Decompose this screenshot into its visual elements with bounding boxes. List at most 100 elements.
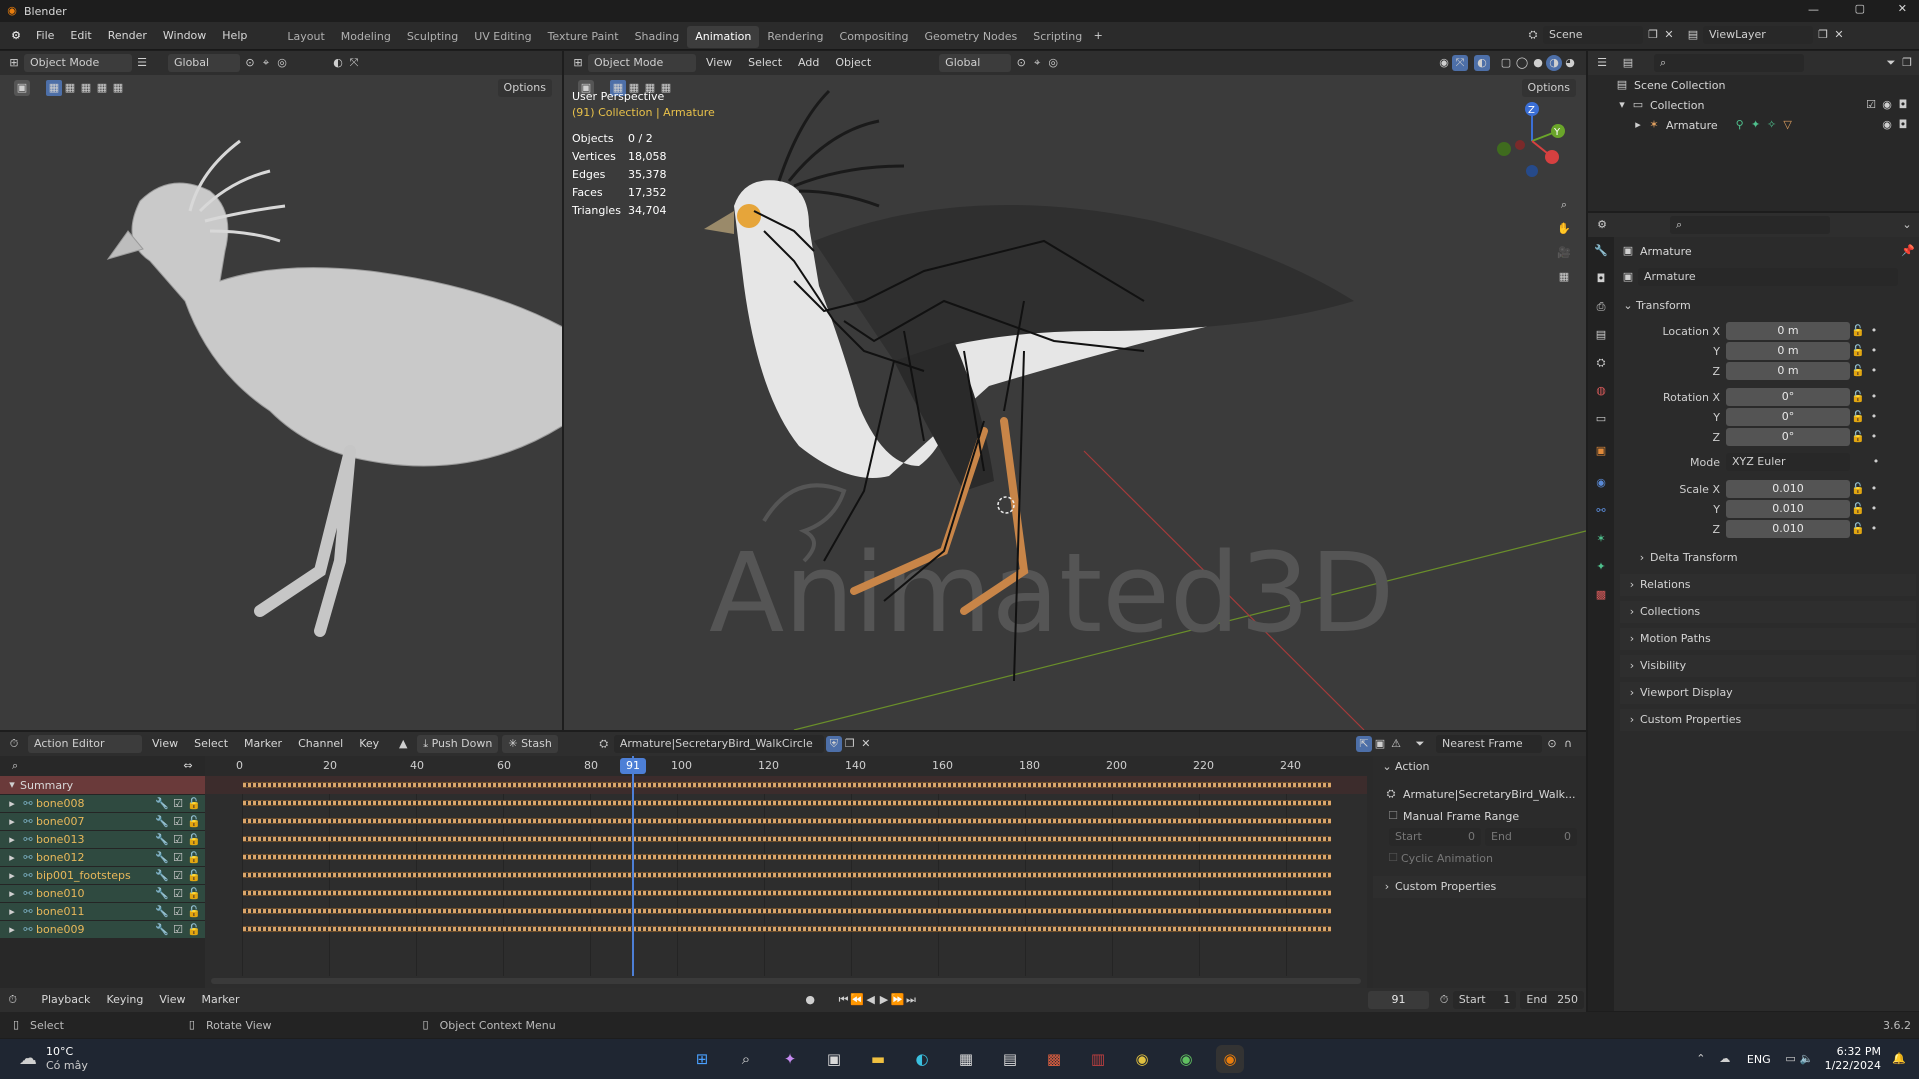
outliner-search-input[interactable]: ⌕ <box>1654 54 1804 72</box>
chevron-right-icon[interactable]: ▸ <box>4 868 20 884</box>
pin-icon[interactable]: 📌 <box>1900 243 1916 259</box>
chrome-icon[interactable]: ◉ <box>1128 1045 1156 1073</box>
file-explorer-icon[interactable]: ▬ <box>864 1045 892 1073</box>
pivot-icon[interactable]: ⊙ <box>242 55 258 71</box>
section-custom-properties[interactable]: › Custom Properties <box>1620 709 1916 731</box>
push-down-button[interactable]: ⤓ Push Down <box>417 735 499 753</box>
scene-tab-icon[interactable]: ⛭ <box>1593 355 1609 371</box>
texture-tab-icon[interactable]: ▩ <box>1593 587 1609 603</box>
falloff-icon[interactable]: ∩ <box>1560 736 1576 752</box>
view-layer-selector[interactable]: ViewLayer <box>1703 26 1813 44</box>
duplicate-action-icon[interactable]: ❐ <box>842 736 858 752</box>
checkbox-icon[interactable]: ☑ <box>170 832 186 848</box>
chevron-right-icon[interactable]: ▸ <box>4 796 20 812</box>
timeline-menu-playback[interactable]: Playback <box>33 988 98 1012</box>
editor-type-icon[interactable]: ⊞ <box>6 55 22 71</box>
copilot-icon[interactable]: ✦ <box>776 1045 804 1073</box>
new-collection-icon[interactable]: ❐ <box>1899 55 1915 71</box>
outliner-row-armature[interactable]: ▸ ✶ Armature ⚲ ✦ ✧ ▽ ◉ ◘ <box>1588 115 1919 135</box>
keyframe-strip[interactable] <box>242 890 1331 896</box>
rotation-x-field[interactable]: 0° <box>1726 388 1850 406</box>
tab-animation[interactable]: Animation <box>687 26 760 48</box>
tab-compositing[interactable]: Compositing <box>832 26 917 48</box>
checkbox-icon[interactable]: ☑ <box>170 796 186 812</box>
tab-layout[interactable]: Layout <box>279 26 332 48</box>
keyframe-strip[interactable] <box>242 908 1331 914</box>
wrench-icon[interactable]: 🔧 <box>154 904 170 920</box>
keyframe-strip[interactable] <box>242 854 1331 860</box>
channel-row-bone007[interactable]: ▸ ⚯ bone007 🔧 ☑ 🔓 <box>0 812 205 830</box>
checkbox-icon[interactable]: ☑ <box>170 922 186 938</box>
add-workspace-icon[interactable]: + <box>1090 28 1106 44</box>
navigation-gizmo[interactable]: Z Y <box>1496 99 1568 179</box>
wrench-icon[interactable]: 🔧 <box>154 850 170 866</box>
action-browse-icon[interactable]: ⛭ <box>596 736 612 752</box>
keyframe-strip[interactable] <box>242 872 1331 878</box>
keyframe-dot-icon[interactable]: • <box>1866 481 1882 497</box>
editor-type-icon[interactable]: ⏱ <box>6 992 19 1008</box>
output-tab-icon[interactable]: ⎙ <box>1593 299 1609 315</box>
scale-y-field[interactable]: 0.010 <box>1726 500 1850 518</box>
section-relations[interactable]: › Relations <box>1620 574 1916 596</box>
tray-chevron-icon[interactable]: ⌃ <box>1693 1051 1709 1067</box>
tab-shading[interactable]: Shading <box>627 26 688 48</box>
lock-icon[interactable]: 🔓 <box>186 832 202 848</box>
object-browse-icon[interactable]: ▣ <box>1620 269 1636 285</box>
section-collections[interactable]: › Collections <box>1620 601 1916 623</box>
select-intersect-icon[interactable]: ▦ <box>110 80 126 96</box>
filter-icon[interactable]: ⏷ <box>1412 736 1428 752</box>
display-icon[interactable]: ▭ <box>1783 1051 1799 1067</box>
display-mode-icon[interactable]: ▤ <box>1620 55 1636 71</box>
wrench-icon[interactable]: 🔧 <box>154 814 170 830</box>
lock-icon[interactable]: 🔓 <box>186 850 202 866</box>
menu-edit[interactable]: Edit <box>62 22 99 50</box>
chevron-right-icon[interactable]: ▸ <box>4 904 20 920</box>
lock-icon[interactable]: 🔓 <box>1850 481 1866 497</box>
tab-modeling[interactable]: Modeling <box>333 26 399 48</box>
rotation-mode-dropdown[interactable]: XYZ Euler <box>1726 453 1850 471</box>
jump-keyframe-forward-icon[interactable]: ⏩ <box>891 992 905 1008</box>
tab-sculpting[interactable]: Sculpting <box>399 26 466 48</box>
jump-keyframe-back-icon[interactable]: ⏪ <box>850 992 864 1008</box>
wrench-icon[interactable]: 🔧 <box>154 796 170 812</box>
lock-icon[interactable]: 🔓 <box>1850 343 1866 359</box>
lock-icon[interactable]: 🔓 <box>1850 501 1866 517</box>
menu-file[interactable]: File <box>28 22 62 50</box>
horizontal-scrollbar[interactable] <box>211 978 1361 984</box>
current-frame-field[interactable]: 91 <box>1367 991 1430 1009</box>
lock-icon[interactable]: 🔓 <box>1850 429 1866 445</box>
start-frame-field[interactable]: Start 1 <box>1452 991 1517 1009</box>
chrome-profile-icon[interactable]: ◉ <box>1172 1045 1200 1073</box>
lock-icon[interactable]: 🔓 <box>1850 521 1866 537</box>
scale-z-field[interactable]: 0.010 <box>1726 520 1850 538</box>
checkbox-icon[interactable]: ☑ <box>170 868 186 884</box>
select-extend-icon[interactable]: ▦ <box>62 80 78 96</box>
edge-icon[interactable]: ◐ <box>908 1045 936 1073</box>
channel-row-bone008[interactable]: ▸ ⚯ bone008 🔧 ☑ 🔓 <box>0 794 205 812</box>
camera-icon[interactable]: 🎥 <box>1556 245 1572 261</box>
lock-icon[interactable]: 🔓 <box>1850 363 1866 379</box>
only-errors-icon[interactable]: ⚠ <box>1388 736 1404 752</box>
action-menu-select[interactable]: Select <box>186 732 236 756</box>
chevron-right-icon[interactable]: ▸ <box>4 814 20 830</box>
world-tab-icon[interactable]: ◍ <box>1593 383 1609 399</box>
menu-icon[interactable]: ☰ <box>134 55 150 71</box>
wrench-icon[interactable]: 🔧 <box>154 886 170 902</box>
overlay-icon[interactable]: ◐ <box>330 55 346 71</box>
gizmo-icon[interactable]: ⤧ <box>346 55 362 71</box>
play-icon[interactable]: ▶ <box>877 992 890 1008</box>
object-tab-icon[interactable]: ▣ <box>1593 443 1609 459</box>
left-mode-dropdown[interactable]: Object Mode <box>24 54 132 72</box>
left-orientation-dropdown[interactable]: Global <box>168 54 240 72</box>
channel-search-input[interactable]: ⌕ <box>6 757 178 775</box>
tool-tab-icon[interactable]: 🔧 <box>1593 243 1609 259</box>
editor-type-icon[interactable]: ⚙ <box>1594 217 1610 233</box>
keyframe-dot-icon[interactable]: • <box>1866 409 1882 425</box>
delete-scene-icon[interactable]: ✕ <box>1661 27 1677 43</box>
expand-arrow-icon[interactable]: ▸ <box>1630 117 1646 133</box>
keyframe-strip[interactable] <box>242 800 1331 806</box>
zoom-icon[interactable]: ⌕ <box>1556 197 1572 213</box>
object-name-field[interactable]: Armature <box>1638 268 1898 286</box>
timeline-menu-keying[interactable]: Keying <box>98 988 151 1012</box>
lock-icon[interactable]: 🔓 <box>1850 389 1866 405</box>
